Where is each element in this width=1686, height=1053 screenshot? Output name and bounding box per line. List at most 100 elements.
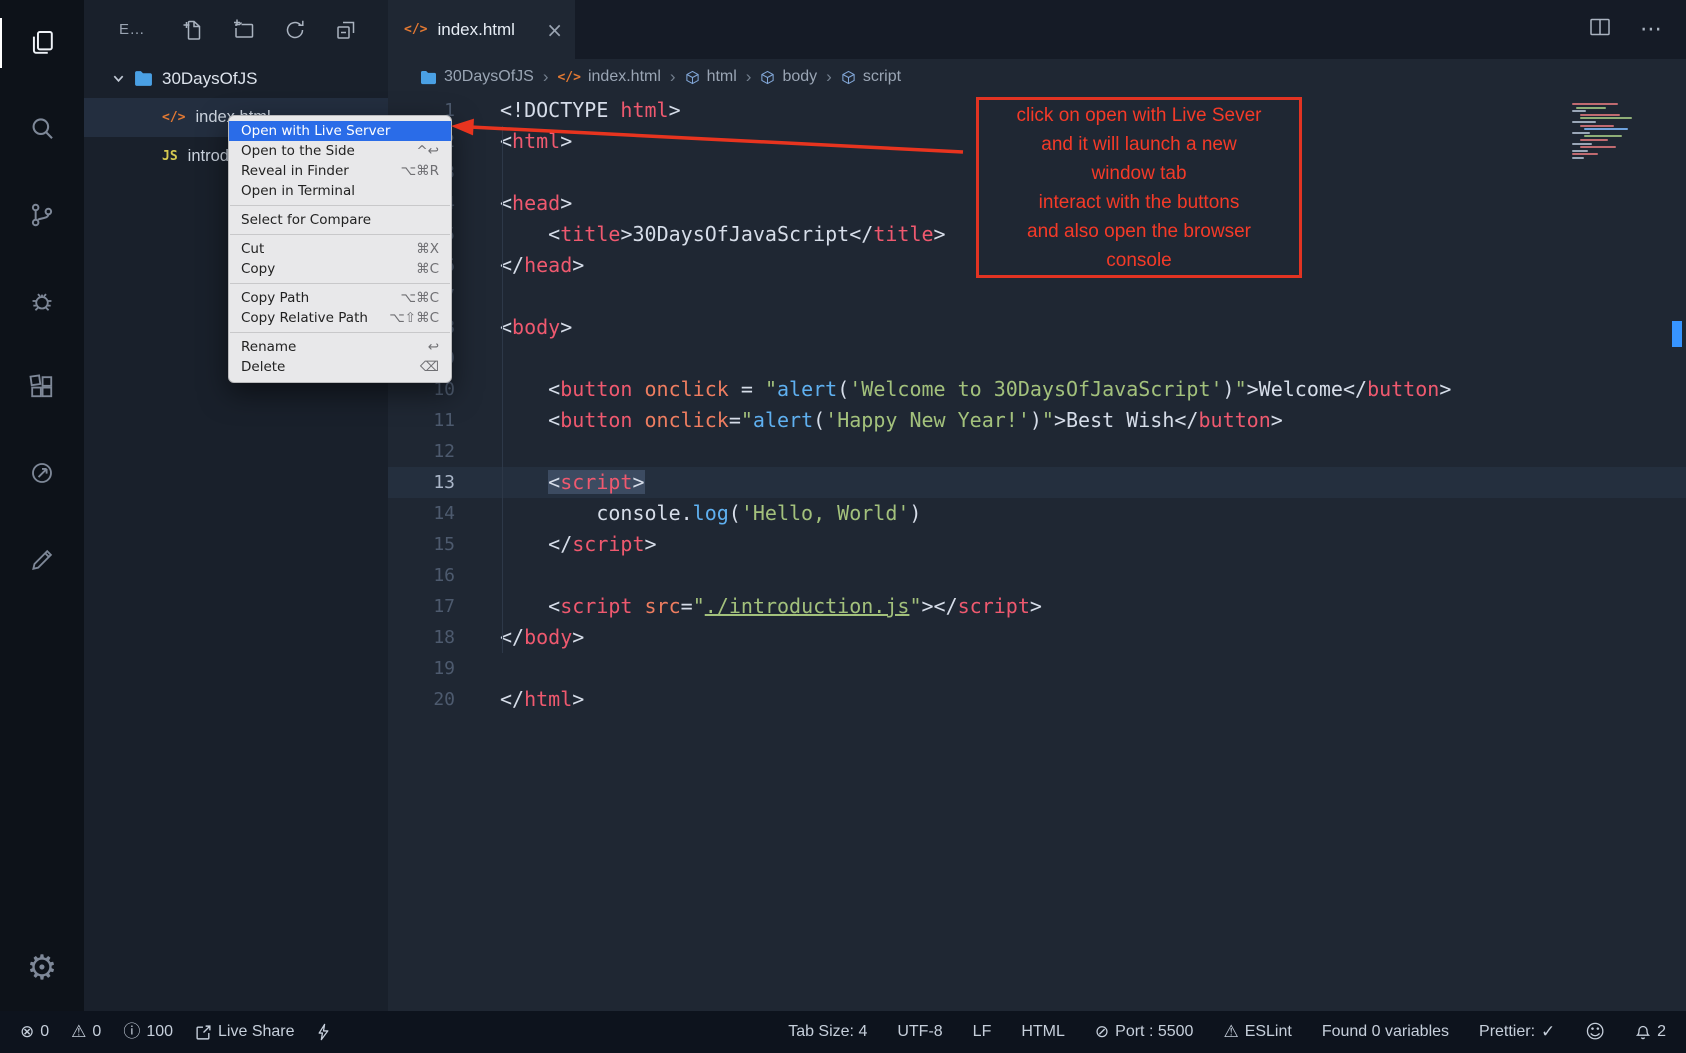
explorer-activity-button[interactable] bbox=[0, 0, 84, 86]
lightning-icon bbox=[317, 1023, 330, 1041]
minimap-line bbox=[1580, 117, 1632, 119]
more-actions-icon[interactable]: ⋯ bbox=[1640, 17, 1662, 42]
status-variables[interactable]: Found 0 variables bbox=[1322, 1023, 1449, 1041]
status-errors[interactable]: ⊗0 bbox=[20, 1023, 49, 1041]
code-line-14[interactable]: 14 console.log('Hello, World') bbox=[388, 498, 1686, 529]
extensions-activity-button[interactable] bbox=[0, 344, 84, 430]
menu-item-cut[interactable]: Cut⌘X bbox=[229, 239, 451, 259]
live-share-icon bbox=[27, 458, 57, 488]
line-number: 17 bbox=[388, 591, 455, 622]
menu-item-shortcut: ^↩ bbox=[416, 143, 439, 159]
tab-index-html[interactable]: </> index.html × bbox=[388, 0, 575, 59]
code-text: <button onclick = "alert('Welcome to 30D… bbox=[500, 374, 1451, 405]
annotation-line: and also open the browser bbox=[979, 217, 1299, 246]
minimap-line bbox=[1572, 153, 1598, 155]
code-line-19[interactable]: 19 bbox=[388, 653, 1686, 684]
status-warnings[interactable]: ⚠0 bbox=[71, 1023, 101, 1041]
explorer-icon bbox=[27, 28, 57, 58]
menu-item-copy-path[interactable]: Copy Path⌥⌘C bbox=[229, 288, 451, 308]
code-line-17[interactable]: 17 <script src="./introduction.js"></scr… bbox=[388, 591, 1686, 622]
menu-item-copy-relative-path[interactable]: Copy Relative Path ⌥⇧⌘C bbox=[229, 308, 451, 328]
new-folder-button[interactable] bbox=[218, 18, 269, 42]
tab-bar: </> index.html × ⋯ bbox=[388, 0, 1686, 59]
menu-item-delete[interactable]: Delete⌫ bbox=[229, 357, 451, 377]
status-label: 0 bbox=[40, 1023, 49, 1041]
status-lightning[interactable] bbox=[317, 1023, 330, 1041]
info-icon: ⓘ bbox=[123, 1024, 140, 1041]
menu-item-label: Reveal in Finder bbox=[241, 163, 349, 179]
menu-item-shortcut: ⌥⇧⌘C bbox=[389, 310, 439, 326]
breadcrumb-30daysofjs[interactable]: 30DaysOfJS bbox=[420, 68, 534, 86]
code-line-7[interactable]: 7 bbox=[388, 281, 1686, 312]
breadcrumb-index-html[interactable]: </>index.html bbox=[557, 68, 660, 86]
code-line-11[interactable]: 11 <button onclick="alert('Happy New Yea… bbox=[388, 405, 1686, 436]
folder-icon bbox=[134, 70, 153, 87]
menu-item-open-with-live-server[interactable]: Open with Live Server bbox=[229, 121, 451, 141]
code-line-18[interactable]: 18</body> bbox=[388, 622, 1686, 653]
status-eslint[interactable]: ⚠ESLint bbox=[1223, 1023, 1291, 1041]
code-line-9[interactable]: 9 bbox=[388, 343, 1686, 374]
code-line-12[interactable]: 12 bbox=[388, 436, 1686, 467]
status-feedback-smiley[interactable]: ☺ bbox=[1585, 1023, 1605, 1042]
line-number: 15 bbox=[388, 529, 455, 560]
breadcrumb-script[interactable]: script bbox=[841, 68, 901, 86]
code-text: </head> bbox=[500, 250, 584, 281]
search-icon bbox=[27, 114, 57, 144]
status-port[interactable]: ⊘Port : 5500 bbox=[1095, 1023, 1194, 1041]
breadcrumb: 30DaysOfJS›</>index.html›html›body›scrip… bbox=[388, 59, 1686, 95]
search-activity-button[interactable] bbox=[0, 86, 84, 172]
minimap[interactable] bbox=[1572, 103, 1668, 161]
code-line-8[interactable]: 8<body> bbox=[388, 312, 1686, 343]
feedback-pen-icon bbox=[27, 544, 57, 574]
minimap-line bbox=[1572, 143, 1592, 145]
close-tab-icon[interactable]: × bbox=[546, 18, 563, 42]
code-text: <script> bbox=[500, 467, 645, 498]
menu-item-copy[interactable]: Copy⌘C bbox=[229, 259, 451, 279]
menu-item-select-for-compare[interactable]: Select for Compare bbox=[229, 210, 451, 230]
status-label: Found 0 variables bbox=[1322, 1023, 1449, 1041]
code-line-15[interactable]: 15 </script> bbox=[388, 529, 1686, 560]
menu-item-reveal-in-finder[interactable]: Reveal in Finder⌥⌘R bbox=[229, 161, 451, 181]
menu-item-rename[interactable]: Rename↩ bbox=[229, 337, 451, 357]
code-line-10[interactable]: 10 <button onclick = "alert('Welcome to … bbox=[388, 374, 1686, 405]
collapse-folders-button[interactable] bbox=[321, 18, 372, 42]
minimap-line bbox=[1572, 103, 1618, 105]
status-prettier[interactable]: Prettier:✓ bbox=[1479, 1023, 1555, 1041]
minimap-line bbox=[1580, 114, 1620, 116]
status-encoding[interactable]: UTF-8 bbox=[897, 1023, 942, 1041]
refresh-button[interactable] bbox=[270, 18, 321, 42]
status-info[interactable]: ⓘ100 bbox=[123, 1023, 173, 1041]
breadcrumb-separator: › bbox=[543, 67, 549, 87]
status-notifications[interactable]: 2 bbox=[1635, 1023, 1666, 1041]
menu-item-shortcut: ⌥⌘C bbox=[401, 290, 439, 306]
status-label: UTF-8 bbox=[897, 1023, 942, 1041]
code-line-16[interactable]: 16 bbox=[388, 560, 1686, 591]
code-line-20[interactable]: 20</html> bbox=[388, 684, 1686, 715]
status-language[interactable]: HTML bbox=[1021, 1023, 1065, 1041]
status-live-share[interactable]: Live Share bbox=[195, 1023, 295, 1041]
source-control-activity-button[interactable] bbox=[0, 172, 84, 258]
line-number: 14 bbox=[388, 498, 455, 529]
split-editor-button[interactable] bbox=[1588, 16, 1612, 43]
settings-activity-button[interactable]: ⚙ bbox=[0, 925, 84, 1011]
tree-root-30DaysOfJS[interactable]: 30DaysOfJS bbox=[84, 59, 388, 98]
status-bar: ⊗0⚠0ⓘ100Live Share Tab Size: 4UTF-8LFHTM… bbox=[0, 1011, 1686, 1053]
menu-item-label: Copy Relative Path bbox=[241, 310, 368, 326]
menu-item-open-in-terminal[interactable]: Open in Terminal bbox=[229, 181, 451, 201]
menu-item-open-to-the-side[interactable]: Open to the Side ^↩ bbox=[229, 141, 451, 161]
live-share-activity-button[interactable] bbox=[0, 430, 84, 516]
context-menu: Open with Live Server Open to the Side ^↩ R… bbox=[228, 115, 452, 383]
debug-activity-button[interactable] bbox=[0, 258, 84, 344]
minimap-line bbox=[1572, 132, 1590, 134]
menu-divider bbox=[230, 205, 450, 206]
breadcrumb-html[interactable]: html bbox=[685, 68, 737, 86]
feedback-activity-button[interactable] bbox=[0, 516, 84, 602]
code-line-13[interactable]: 13 <script> bbox=[388, 467, 1686, 498]
status-tab-size[interactable]: Tab Size: 4 bbox=[788, 1023, 867, 1041]
menu-item-label: Open to the Side bbox=[241, 143, 355, 159]
breadcrumb-body[interactable]: body bbox=[760, 68, 817, 86]
new-file-button[interactable] bbox=[167, 18, 218, 42]
error-icon: ⊗ bbox=[20, 1024, 34, 1041]
status-eol[interactable]: LF bbox=[973, 1023, 992, 1041]
breadcrumb-label: 30DaysOfJS bbox=[444, 68, 534, 86]
